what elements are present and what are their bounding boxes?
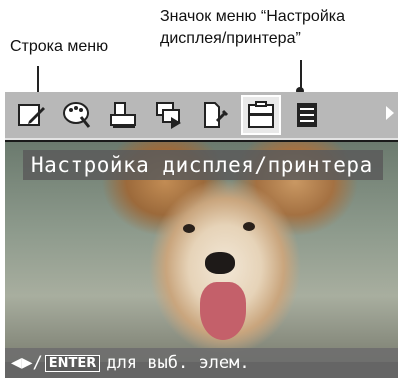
hint-text: для выб. элем. bbox=[106, 353, 250, 373]
display-printer-icon-callout-line2: дисплея/принтера” bbox=[160, 30, 301, 47]
arrow-right-icon[interactable] bbox=[386, 106, 394, 120]
display-printer-icon-callout-line1: Значок меню “Настройка bbox=[160, 8, 345, 25]
menu-item-print-document[interactable] bbox=[105, 97, 141, 133]
enter-key-label: ENTER bbox=[44, 354, 101, 372]
palette-icon bbox=[63, 102, 91, 128]
menu-item-display-printer-settings[interactable] bbox=[241, 95, 281, 135]
print-document-icon bbox=[110, 102, 136, 128]
edit-icon bbox=[18, 104, 45, 126]
display-printer-icon-callout: Значок меню “Настройка дисплея/принтера” bbox=[160, 6, 400, 50]
dog-nose bbox=[205, 252, 235, 274]
menu-bar bbox=[5, 92, 398, 140]
hint-bar: ◀▶ / ENTER для выб. элем. bbox=[5, 348, 398, 378]
dog-eye-right bbox=[243, 222, 255, 231]
dog-tongue bbox=[200, 282, 246, 340]
lcd-screen: Настройка дисплея/принтера ◀▶ / ENTER дл… bbox=[5, 92, 398, 378]
menu-item-palette[interactable] bbox=[59, 97, 95, 133]
list-settings-icon bbox=[297, 103, 317, 127]
menu-title: Настройка дисплея/принтера bbox=[31, 153, 373, 177]
dog-eye-left bbox=[183, 224, 195, 233]
menu-item-slideshow[interactable] bbox=[151, 97, 187, 133]
menu-item-edit[interactable] bbox=[13, 97, 49, 133]
display-printer-icon-leader-line bbox=[300, 60, 302, 88]
menu-item-list-settings[interactable] bbox=[289, 97, 325, 133]
menu-title-bar: Настройка дисплея/принтера bbox=[23, 150, 383, 180]
left-right-arrows-icon: ◀▶ bbox=[11, 355, 33, 371]
file-tools-icon bbox=[204, 102, 229, 128]
slideshow-icon bbox=[156, 102, 181, 129]
menu-bar-callout: Строка меню bbox=[10, 38, 109, 55]
display-printer-settings-icon bbox=[248, 101, 274, 128]
hint-separator: / bbox=[32, 353, 43, 373]
menu-item-file-tools[interactable] bbox=[197, 97, 233, 133]
